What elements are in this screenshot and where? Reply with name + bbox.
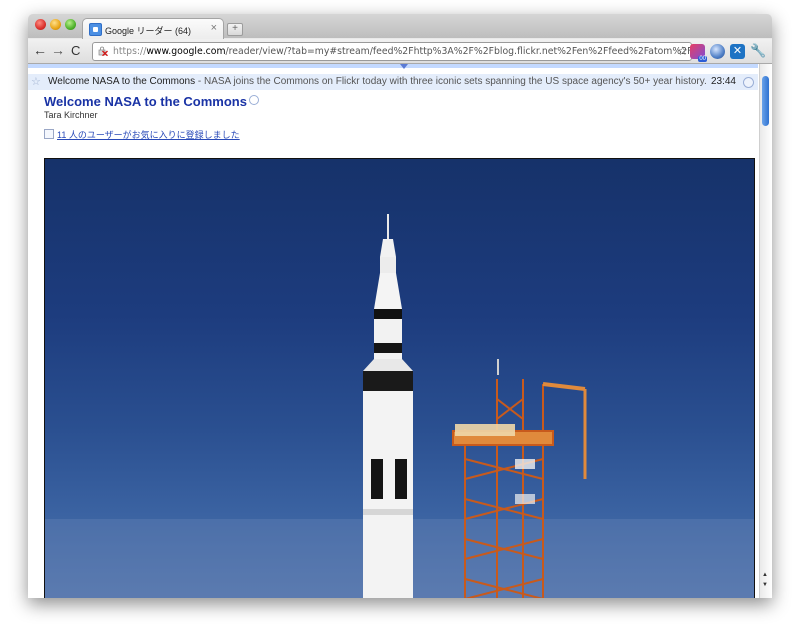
tab-strip: Google リーダー (64) × + [28, 14, 772, 40]
google-reader-favicon-icon [89, 23, 102, 36]
globe-extension-icon[interactable] [710, 44, 725, 59]
article-author: Tara Kirchner [44, 110, 98, 120]
browser-window: Google リーダー (64) × + ← → C https://www.g… [28, 14, 772, 598]
x-extension-icon[interactable]: ✕ [730, 44, 745, 59]
article-photo [44, 158, 755, 598]
insecure-lock-icon [98, 46, 108, 56]
entry-expand-icon[interactable] [743, 77, 754, 88]
entry-title: Welcome NASA to the Commons [48, 76, 196, 87]
article-title[interactable]: Welcome NASA to the Commons [44, 94, 247, 109]
rocket-launch-photo [45, 214, 754, 598]
entry-star-icon[interactable]: ☆ [31, 74, 41, 90]
tab-title: Google リーダー (64) [105, 26, 192, 36]
tab-close-icon[interactable]: × [211, 22, 217, 34]
likes-text[interactable]: 11 人のユーザーがお気に入りに登録しました [57, 130, 240, 140]
saturn-rocket [363, 214, 413, 598]
bookmark-star-icon[interactable]: ☆ [677, 43, 688, 60]
address-bar[interactable]: https://www.google.com/reader/view/?tab=… [92, 42, 692, 61]
window-zoom-button[interactable] [65, 19, 76, 30]
scroll-up-arrow-icon[interactable]: ▲ [762, 572, 768, 578]
window-close-button[interactable] [35, 19, 46, 30]
scroll-down-arrow-icon[interactable]: ▼ [762, 582, 768, 588]
reader-content: ☆ Welcome NASA to the Commons - NASA joi… [28, 64, 772, 598]
back-button[interactable]: ← [33, 42, 47, 59]
extension-badge-icon[interactable] [690, 44, 707, 62]
url-text: https://www.google.com/reader/view/?tab=… [113, 43, 692, 60]
browser-toolbar: ← → C https://www.google.com/reader/view… [28, 39, 772, 64]
entry-snippet: - NASA joins the Commons on Flickr today… [195, 76, 707, 87]
open-original-icon[interactable] [248, 95, 259, 105]
reload-button[interactable]: C [71, 42, 80, 59]
window-minimize-button[interactable] [50, 19, 61, 30]
tab-google-reader[interactable]: Google リーダー (64) × [82, 18, 224, 40]
vertical-scrollbar[interactable]: ▲ ▼ [759, 64, 772, 598]
wrench-menu-icon[interactable]: 🔧 [750, 43, 766, 59]
url-scheme: https:// [113, 46, 147, 57]
forward-button[interactable]: → [51, 42, 65, 59]
collapse-arrow-icon[interactable] [400, 64, 408, 69]
likes-link[interactable]: 11 人のユーザーがお気に入りに登録しました [44, 128, 240, 141]
scrollbar-thumb[interactable] [762, 76, 769, 126]
entry-time: 23:44 [710, 76, 736, 87]
article-title-link[interactable]: Welcome NASA to the Commons [44, 94, 259, 109]
entry-header[interactable]: ☆ Welcome NASA to the Commons - NASA joi… [28, 74, 758, 90]
reader-top-bar [28, 64, 758, 68]
url-host: www.google.com [146, 46, 226, 57]
url-path: /reader/view/?tab=my#stream/feed%2Fhttp%… [225, 46, 692, 57]
new-tab-button[interactable]: + [227, 23, 243, 36]
entry-summary: Welcome NASA to the Commons - NASA joins… [48, 74, 707, 90]
likes-expand-icon[interactable] [44, 129, 54, 139]
